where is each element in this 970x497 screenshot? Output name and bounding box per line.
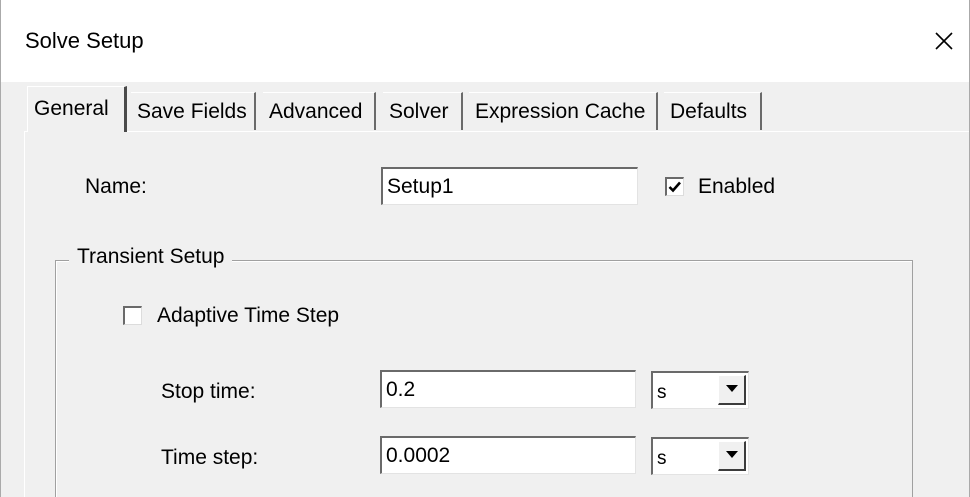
stop-time-unit-value: s [657,382,667,403]
chevron-down-icon [726,385,738,392]
chevron-down-icon [726,451,738,458]
stop-time-unit-select[interactable]: s [651,371,749,409]
name-label: Name: [85,175,147,198]
close-button[interactable] [919,16,969,66]
tab-expression-cache[interactable]: Expression Cache [469,92,658,130]
window-title: Solve Setup [25,28,144,53]
time-step-unit-select[interactable]: s [651,437,749,475]
tab-strip: General Save Fields Advanced Solver Expr… [1,82,969,132]
close-icon [935,32,953,50]
name-input[interactable] [381,167,638,205]
time-step-input[interactable] [380,436,636,474]
stop-time-unit-dropdown-button[interactable] [718,375,746,405]
tab-advanced[interactable]: Advanced [263,92,376,130]
check-icon [668,181,681,193]
enabled-checkbox[interactable] [665,177,684,196]
time-step-unit-value: s [657,448,667,469]
enabled-label: Enabled [698,175,776,198]
stop-time-label: Stop time: [161,380,256,403]
stop-time-input[interactable] [380,370,636,408]
adaptive-time-step-label: Adaptive Time Step [157,304,340,327]
tab-save-fields[interactable]: Save Fields [131,92,256,130]
tab-defaults[interactable]: Defaults [664,92,762,130]
tab-general[interactable]: General [27,86,127,132]
transient-setup-label: Transient Setup [69,245,233,269]
adaptive-time-step-checkbox[interactable] [123,306,142,325]
time-step-label: Time step: [161,446,259,469]
title-bar: Solve Setup [1,0,969,82]
solve-setup-dialog: Solve Setup General Save Fields Advanced… [0,0,970,497]
time-step-unit-dropdown-button[interactable] [718,441,746,471]
tab-solver[interactable]: Solver [383,92,463,130]
